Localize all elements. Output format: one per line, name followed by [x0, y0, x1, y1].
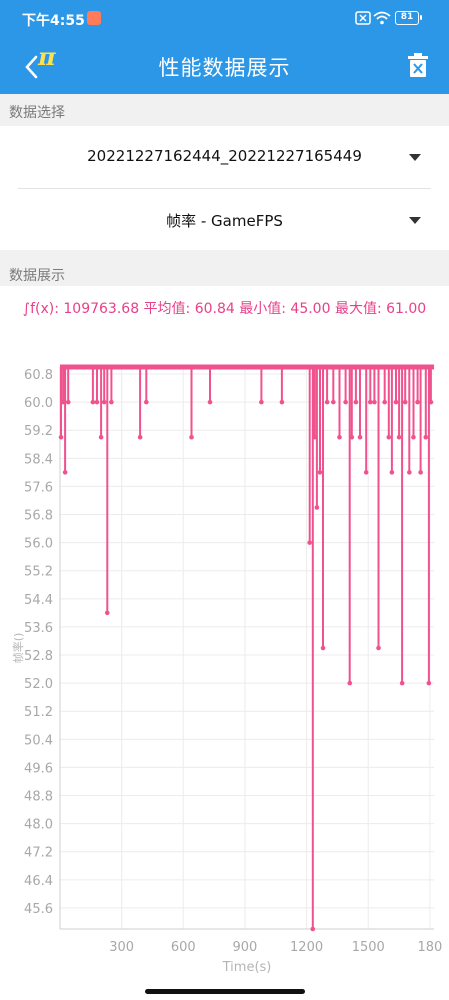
- data-point: [94, 399, 100, 405]
- x-tick-label: 900: [233, 940, 258, 955]
- x-tick-label: 180: [417, 940, 442, 955]
- y-tick-label: 60.0: [24, 396, 53, 411]
- y-tick-label: 52.8: [24, 649, 53, 664]
- data-point: [62, 470, 68, 475]
- data-point: [367, 399, 373, 405]
- y-tick-label: 57.6: [24, 480, 53, 495]
- y-tick-label: 46.4: [24, 874, 53, 889]
- data-point: [259, 399, 264, 405]
- y-tick-label: 56.8: [24, 509, 53, 524]
- chevron-down-icon: [409, 154, 421, 161]
- data-point: [347, 680, 353, 686]
- data-point: [60, 399, 66, 405]
- home-indicator[interactable]: [145, 989, 305, 994]
- data-point: [310, 926, 316, 932]
- y-tick-label: 60.8: [24, 368, 53, 383]
- data-point: [98, 434, 104, 440]
- data-point: [101, 399, 107, 405]
- delete-icon[interactable]: [407, 52, 429, 78]
- metric-selected-value: 帧率 - GameFPS: [166, 212, 283, 230]
- data-point: [382, 399, 387, 405]
- data-point: [357, 434, 363, 440]
- session-selected-value: 20221227162444_20221227165449: [87, 147, 362, 165]
- data-point: [389, 470, 395, 475]
- page-title: 性能数据展示: [158, 56, 291, 80]
- y-tick-label: 58.4: [24, 452, 53, 467]
- session-dropdown[interactable]: 20221227162444_20221227165449: [0, 126, 449, 188]
- data-point: [372, 399, 377, 405]
- y-tick-label: 53.6: [24, 621, 53, 636]
- data-point: [343, 399, 348, 405]
- stats-summary: ∫f(x): 109763.68 平均值: 60.84 最小值: 45.00 最…: [22, 301, 427, 317]
- x-tick-label: 300: [109, 940, 134, 955]
- metric-dropdown[interactable]: 帧率 - GameFPS: [0, 189, 449, 251]
- data-point: [58, 434, 64, 440]
- fps-line-chart[interactable]: 60.8 60.0 59.2 58.4 57.6 56.8 56.0 55.2 54.4 53.6…: [0, 345, 449, 975]
- data-point: [320, 645, 326, 651]
- no-sim-icon: [355, 11, 371, 25]
- data-point: [312, 434, 318, 440]
- data-selection-header: 数据选择: [0, 94, 449, 126]
- data-point: [90, 399, 96, 405]
- chevron-down-icon: [409, 217, 421, 224]
- data-point: [376, 645, 381, 651]
- y-tick-label: 59.2: [24, 424, 53, 439]
- x-tick-label: 1500: [352, 940, 385, 955]
- data-point: [423, 434, 429, 440]
- battery-icon: 81: [395, 11, 422, 25]
- x-tick-label: 600: [171, 940, 196, 955]
- data-point: [399, 680, 405, 686]
- data-point: [402, 399, 408, 405]
- status-bar: 下午4:55 81: [0, 0, 449, 38]
- data-point: [331, 399, 336, 405]
- status-time: 下午4:55: [22, 13, 85, 29]
- y-tick-label: 52.0: [24, 677, 53, 692]
- data-point: [349, 434, 355, 440]
- data-point: [407, 470, 412, 475]
- data-point: [411, 434, 416, 440]
- data-point: [144, 399, 149, 405]
- data-point: [307, 540, 312, 545]
- data-point: [314, 505, 320, 510]
- y-tick-label: 45.6: [24, 902, 53, 917]
- notification-icon: [87, 11, 101, 25]
- x-axis-label: Time(s): [222, 960, 272, 975]
- app-bar: π 性能数据展示: [0, 38, 449, 94]
- y-axis-label: 帧率(): [11, 633, 25, 664]
- y-tick-label: 48.0: [24, 818, 53, 833]
- data-point: [396, 434, 402, 440]
- data-point: [317, 470, 323, 475]
- data-point: [393, 399, 399, 405]
- data-point: [189, 434, 194, 440]
- data-point: [386, 434, 392, 440]
- data-point: [65, 399, 71, 405]
- data-point: [207, 399, 213, 405]
- y-tick-label: 55.2: [24, 565, 53, 580]
- y-tick-label: 56.0: [24, 537, 53, 552]
- data-point: [353, 399, 359, 405]
- data-point: [418, 470, 423, 475]
- data-display-header: 数据展示: [0, 250, 449, 286]
- data-point: [426, 680, 432, 686]
- x-tick-label: 1200: [290, 940, 323, 955]
- data-point: [415, 399, 420, 405]
- data-point: [137, 434, 143, 440]
- y-tick-label: 49.6: [24, 761, 53, 776]
- data-point: [428, 399, 434, 405]
- data-point: [363, 470, 369, 475]
- data-point: [104, 610, 110, 616]
- data-point: [109, 399, 114, 405]
- wifi-icon: [373, 11, 391, 25]
- data-point: [279, 399, 285, 405]
- y-tick-label: 50.4: [24, 733, 53, 748]
- data-point: [337, 434, 342, 440]
- y-tick-label: 54.4: [24, 593, 53, 608]
- data-point: [324, 399, 330, 405]
- y-tick-label: 48.8: [24, 790, 53, 805]
- y-tick-label: 47.2: [24, 846, 53, 861]
- y-tick-label: 51.2: [24, 705, 53, 720]
